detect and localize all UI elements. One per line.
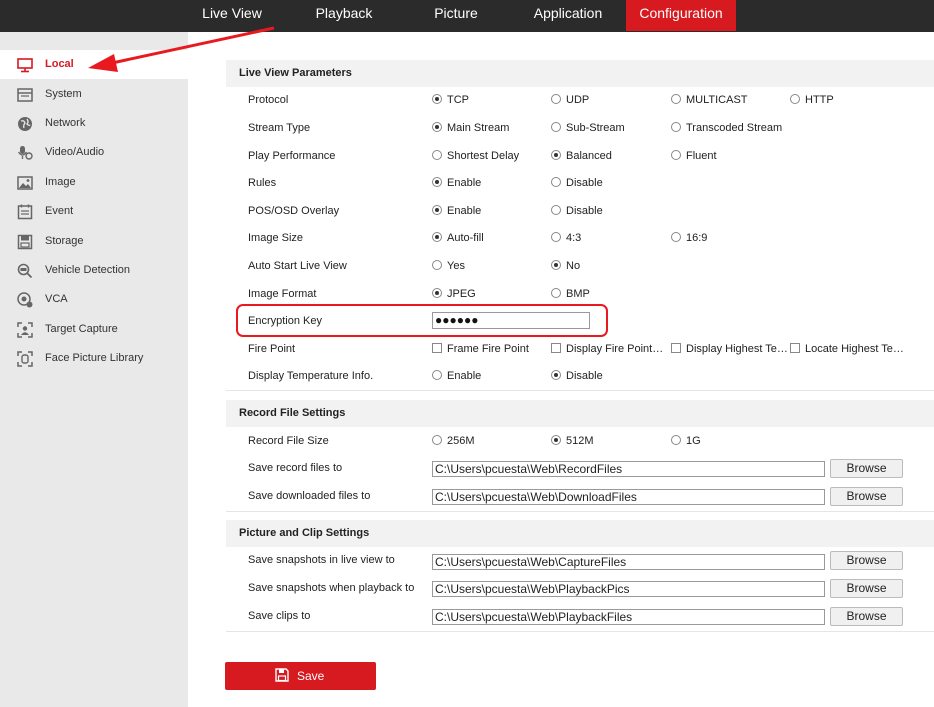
vehicle-detection-icon	[16, 262, 34, 280]
sidebar-item-video-audio[interactable]: Video/Audio	[0, 138, 188, 167]
sidebar-item-label: Target Capture	[45, 323, 118, 335]
sidebar-item-event[interactable]: Event	[0, 197, 188, 226]
sidebar-item-network[interactable]: Network	[0, 109, 188, 138]
sidebar-item-label: VCA	[45, 293, 68, 305]
sidebar-item-local[interactable]: Local	[0, 50, 188, 79]
vca-icon	[16, 291, 34, 309]
sidebar-item-label: Image	[45, 176, 76, 188]
monitor-icon	[16, 56, 34, 74]
sidebar-item-label: Event	[45, 205, 74, 217]
sidebar-item-label: Vehicle Detection	[45, 264, 130, 276]
tab-configuration[interactable]: Configuration	[626, 0, 736, 31]
top-navigation: Live View Playback Picture Application C…	[0, 0, 934, 32]
sidebar-item-label: System	[45, 88, 82, 100]
sidebar-item-vehicle-detection[interactable]: Vehicle Detection	[0, 256, 188, 285]
sidebar-item-image[interactable]: Image	[0, 168, 188, 197]
tab-playback[interactable]: Playback	[296, 0, 392, 32]
record-file-settings-header: Record File Settings	[226, 400, 934, 427]
sidebar-item-system[interactable]: System	[0, 80, 188, 109]
save-button-label: Save	[297, 669, 325, 683]
encryption-key-highlight	[236, 304, 608, 337]
record-section-body	[226, 427, 934, 512]
storage-icon	[16, 233, 34, 251]
sidebar-item-face-picture-library[interactable]: Face Picture Library	[0, 344, 188, 373]
microphone-icon	[16, 144, 34, 162]
floppy-disk-icon	[275, 668, 289, 682]
save-button[interactable]: Save	[225, 662, 376, 690]
sidebar-item-label: Storage	[45, 235, 84, 247]
sidebar-item-vca[interactable]: VCA	[0, 285, 188, 314]
sidebar: Local System Network Video/Audio Image E…	[0, 32, 188, 707]
face-library-icon	[16, 350, 34, 368]
picture-clip-settings-header: Picture and Clip Settings	[226, 520, 934, 547]
event-icon	[16, 203, 34, 221]
tab-live-view[interactable]: Live View	[188, 0, 276, 32]
sidebar-item-target-capture[interactable]: Target Capture	[0, 315, 188, 344]
sidebar-item-label: Local	[45, 58, 74, 70]
sidebar-item-label: Network	[45, 117, 86, 129]
sidebar-item-storage[interactable]: Storage	[0, 227, 188, 256]
sidebar-item-label: Video/Audio	[45, 146, 105, 158]
globe-icon	[16, 115, 34, 133]
sidebar-item-label: Face Picture Library	[45, 352, 144, 364]
image-icon	[16, 174, 34, 192]
picture-section-body	[226, 547, 934, 632]
tab-application[interactable]: Application	[520, 0, 616, 32]
live-view-section-body	[226, 87, 934, 391]
target-capture-icon	[16, 321, 34, 339]
live-view-parameters-header: Live View Parameters	[226, 60, 934, 87]
system-icon	[16, 86, 34, 104]
tab-picture[interactable]: Picture	[412, 0, 500, 32]
